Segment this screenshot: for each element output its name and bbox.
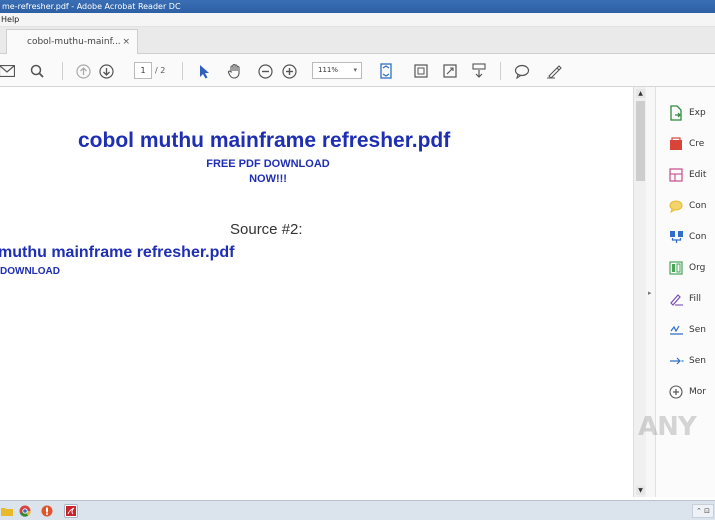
document-tab[interactable]: cobol-muthu-mainf... ×	[6, 29, 138, 54]
document-source-label: Source #2:	[230, 221, 303, 238]
tool-label: Mor	[689, 387, 706, 397]
menu-help[interactable]: Help	[1, 13, 19, 27]
toolbar-separator	[62, 62, 63, 80]
page-number-input[interactable]: 1	[134, 62, 152, 79]
tool-edit-pdf[interactable]: Edit	[668, 166, 715, 184]
next-page-icon[interactable]	[97, 62, 115, 80]
tool-fill-sign[interactable]: Fill	[668, 290, 715, 308]
toolbar-separator	[182, 62, 183, 80]
file-explorer-icon[interactable]	[0, 504, 14, 518]
zoom-level-value: 111%	[318, 66, 339, 74]
comment-icon	[668, 198, 684, 214]
fill-sign-icon	[668, 291, 684, 307]
combine-files-icon	[668, 229, 684, 245]
zoom-in-icon[interactable]	[280, 62, 298, 80]
send-for-signature-icon	[668, 322, 684, 338]
export-pdf-icon	[668, 105, 684, 121]
zoom-out-icon[interactable]	[256, 62, 274, 80]
tool-send-for-signature[interactable]: Sen	[668, 321, 715, 339]
acrobat-reader-icon[interactable]	[64, 504, 78, 518]
toolbar-separator	[500, 62, 501, 80]
scroll-up-icon[interactable]: ▲	[636, 89, 645, 98]
tool-label: Edit	[689, 170, 707, 180]
tool-label: Con	[689, 232, 707, 242]
tool-create-pdf[interactable]: Cre	[668, 135, 715, 153]
comment-icon[interactable]	[513, 62, 531, 80]
select-cursor-icon[interactable]	[195, 62, 213, 80]
chevron-right-icon[interactable]: ▸	[648, 289, 652, 297]
security-app-icon[interactable]	[40, 504, 54, 518]
tool-label: Con	[689, 201, 707, 211]
scrollbar-thumb[interactable]	[636, 101, 645, 181]
full-screen-icon[interactable]	[412, 62, 430, 80]
organize-pages-icon	[668, 260, 684, 276]
tool-organize-pages[interactable]: Org	[668, 259, 715, 277]
create-pdf-icon	[668, 136, 684, 152]
document-subheading-line1: FREE PDF DOWNLOAD	[206, 158, 330, 170]
tool-label: Fill	[689, 294, 702, 304]
tool-export-pdf[interactable]: Exp	[668, 104, 715, 122]
tool-label: Sen	[689, 356, 706, 366]
tool-label: Exp	[689, 108, 706, 118]
send-track-icon	[668, 353, 684, 369]
zoom-level-select[interactable]: 111% ▾	[312, 62, 362, 79]
chevron-down-icon: ▾	[353, 66, 357, 74]
read-mode-icon[interactable]	[441, 62, 459, 80]
document-subheading-2: DOWNLOAD	[0, 266, 60, 277]
tool-label: Cre	[689, 139, 705, 149]
document-heading: cobol muthu mainframe refresher.pdf	[78, 129, 451, 152]
sign-pen-icon[interactable]	[545, 62, 563, 80]
tool-more-tools[interactable]: Mor	[668, 383, 715, 401]
search-icon[interactable]	[28, 62, 46, 80]
tool-label: Sen	[689, 325, 706, 335]
tab-bar: cobol-muthu-mainf... ×	[0, 27, 715, 54]
hand-tool-icon[interactable]	[226, 62, 244, 80]
document-subheading-line2: NOW!!!	[249, 173, 287, 185]
chrome-icon[interactable]	[18, 504, 32, 518]
system-tray[interactable]: ⌃ ⊡	[692, 504, 714, 518]
watermark-logo: ANY	[638, 412, 697, 442]
email-icon[interactable]	[0, 62, 16, 80]
window-title-bar: me-refresher.pdf - Adobe Acrobat Reader …	[0, 0, 715, 13]
document-tab-label: cobol-muthu-mainf...	[27, 37, 121, 47]
edit-pdf-icon	[668, 167, 684, 183]
toolbar: 1 / 2 111% ▾	[0, 54, 715, 87]
tool-label: Org	[689, 263, 706, 273]
page-total: / 2	[155, 66, 166, 75]
menu-bar: Help	[0, 13, 715, 27]
tool-comment[interactable]: Con	[668, 197, 715, 215]
window-title: me-refresher.pdf - Adobe Acrobat Reader …	[2, 2, 181, 11]
tab-close-icon[interactable]: ×	[122, 30, 130, 54]
tool-send-track[interactable]: Sen	[668, 352, 715, 370]
document-view[interactable]: cobol muthu mainframe refresher.pdf FREE…	[0, 87, 633, 497]
fit-page-icon[interactable]	[377, 62, 395, 80]
tool-combine-files[interactable]: Con	[668, 228, 715, 246]
scroll-mode-icon[interactable]	[470, 62, 488, 80]
taskbar: ⌃ ⊡	[0, 500, 715, 520]
more-tools-icon	[668, 384, 684, 400]
document-heading-2: muthu mainframe refresher.pdf	[0, 244, 235, 261]
scroll-down-icon[interactable]: ▼	[636, 486, 645, 495]
previous-page-icon[interactable]	[74, 62, 92, 80]
